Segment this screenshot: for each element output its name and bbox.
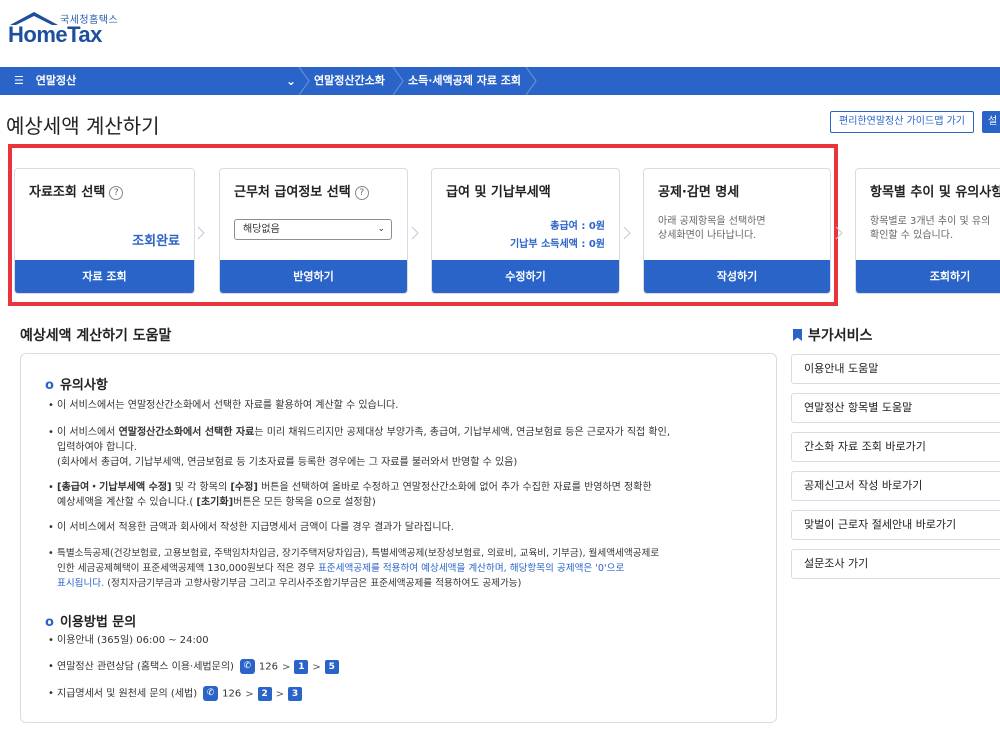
- step-title: 급여 및 기납부세액: [446, 185, 551, 200]
- prepaid-tax-amount: 기납부 소득세액 : 0원: [509, 239, 605, 250]
- service-hours: • 이용안내 (365일) 06:00 ~ 24:00: [48, 635, 209, 646]
- breadcrumb-separator-icon: [392, 67, 404, 95]
- breadcrumb-separator-icon: [298, 67, 310, 95]
- side-link-item-help[interactable]: 연말정산 항목별 도움말: [791, 393, 1000, 423]
- chevron-down-icon: ⌄: [285, 74, 296, 88]
- edit-button[interactable]: 수정하기: [432, 260, 619, 293]
- breadcrumb-simplified-service[interactable]: 연말정산간소화: [314, 67, 385, 95]
- step-description: 항목별로 3개년 추이 및 유의 확인할 수 있습니다.: [870, 216, 991, 241]
- contact-yearend-consult: • 연말정산 관련상담 (홈택스 이용·세법문의) ✆ 126 >1 >5: [48, 659, 339, 675]
- side-link-deduction-form[interactable]: 공제신고서 작성 바로가기: [791, 471, 1000, 501]
- phone-icon: ✆: [203, 686, 219, 701]
- step-arrow-icon: [623, 226, 631, 240]
- page-title: 예상세액 계산하기: [6, 114, 160, 138]
- side-link-survey[interactable]: 설문조사 가기: [791, 549, 1000, 579]
- step-card-deduction-details: 공제·감면 명세 아래 공제항목을 선택하면 상세화면이 나타납니다. 작성하기: [643, 168, 831, 294]
- step-arrow-icon: [197, 226, 205, 240]
- nav-menu-label: 연말정산: [35, 74, 77, 87]
- logo-wordmark: HomeTax: [8, 22, 102, 47]
- step-card-trend-notes: 항목별 추이 및 유의사항 항목별로 3개년 추이 및 유의 확인할 수 있습니…: [855, 168, 1000, 294]
- notes-heading: o 유의사항: [45, 378, 108, 393]
- step-arrow-icon: [835, 226, 843, 240]
- side-panel-title: 부가서비스: [793, 325, 872, 345]
- side-link-usage-help[interactable]: 이용안내 도움말: [791, 354, 1000, 384]
- data-lookup-button[interactable]: 자료 조회: [15, 260, 194, 293]
- apply-button[interactable]: 반영하기: [220, 260, 407, 293]
- side-link-dual-income-guide[interactable]: 맞벌이 근로자 절세안내 바로가기: [791, 510, 1000, 540]
- lookup-status: 조회완료: [132, 234, 180, 249]
- step-card-data-selection: 자료조회 선택? 조회완료 자료 조회: [14, 168, 195, 294]
- help-content-box: o 유의사항 • 이 서비스에서는 연말정산간소화에서 선택한 자료를 활용하여 계…: [20, 353, 777, 723]
- settings-button[interactable]: 설: [982, 111, 1000, 133]
- help-question-icon[interactable]: ?: [354, 186, 369, 200]
- bookmark-icon: [793, 329, 802, 341]
- step-arrow-icon: [411, 226, 419, 240]
- breadcrumb-deduction-lookup[interactable]: 소득·세액공제 자료 조회: [408, 67, 521, 95]
- help-question-icon[interactable]: ?: [109, 186, 124, 200]
- note-item: • [총급여・기납부세액 수정] 및 각 항목의 [수정] 버튼을 선택하여 올바…: [48, 482, 652, 508]
- menu-number-badge: 5: [324, 659, 339, 674]
- view-button[interactable]: 조회하기: [856, 260, 1000, 293]
- contact-heading: o 이용방법 문의: [45, 615, 137, 630]
- note-item: • 이 서비스에서 연말정산간소화에서 선택한 자료는 미리 채워드리지만 공제대…: [48, 427, 671, 468]
- hamburger-icon: ☰: [14, 74, 24, 87]
- step-title: 자료조회 선택?: [29, 181, 124, 200]
- step-description: 아래 공제항목을 선택하면 상세화면이 나타납니다.: [658, 216, 766, 241]
- circle-bullet-icon: o: [45, 615, 54, 630]
- step-card-workplace-salary: 근무처 급여정보 선택? 해당없음 ⌄ 반영하기: [219, 168, 408, 294]
- note-item: • 이 서비스에서 적용한 금액과 회사에서 작성한 지급명세서 금액이 다를 경…: [48, 522, 454, 533]
- menu-number-badge: 1: [294, 659, 309, 674]
- nav-menu-dropdown[interactable]: ☰ 연말정산 ⌄: [14, 67, 304, 95]
- note-item: • 이 서비스에서는 연말정산간소화에서 선택한 자료를 활용하여 계산할 수 있…: [48, 400, 399, 411]
- step-title: 근무처 급여정보 선택?: [234, 181, 369, 200]
- step-title: 공제·감면 명세: [658, 185, 740, 200]
- step-title: 항목별 추이 및 유의사항: [870, 185, 1000, 200]
- phone-icon: ✆: [239, 659, 255, 674]
- step-card-salary-prepaid-tax: 급여 및 기납부세액 총급여 : 0원 기납부 소득세액 : 0원 수정하기: [431, 168, 620, 294]
- menu-number-badge: 2: [257, 686, 272, 701]
- chevron-down-icon: ⌄: [377, 224, 385, 234]
- write-button[interactable]: 작성하기: [644, 260, 830, 293]
- side-link-simplified-lookup[interactable]: 간소화 자료 조회 바로가기: [791, 432, 1000, 462]
- total-pay-amount: 총급여 : 0원: [550, 221, 605, 232]
- top-nav-bar: ☰ 연말정산 ⌄ 연말정산간소화 소득·세액공제 자료 조회: [0, 67, 1000, 95]
- hometax-logo[interactable]: 국세청홈택스 HomeTax: [6, 6, 136, 50]
- contact-withholding-tax: • 지급명세서 및 원천세 문의 (세법) ✆ 126 >2 >3: [48, 686, 302, 702]
- workplace-select[interactable]: 해당없음 ⌄: [234, 219, 392, 240]
- breadcrumb-separator-icon: [525, 67, 537, 95]
- note-item: • 특별소득공제(건강보험료, 고용보험료, 주택임차차입금, 장기주택저당차입금…: [48, 548, 660, 589]
- help-section-title: 예상세액 계산하기 도움말: [20, 328, 172, 344]
- circle-bullet-icon: o: [45, 378, 54, 393]
- guide-map-button[interactable]: 편리한연말정산 가이드맵 가기: [830, 111, 974, 133]
- menu-number-badge: 3: [288, 686, 302, 701]
